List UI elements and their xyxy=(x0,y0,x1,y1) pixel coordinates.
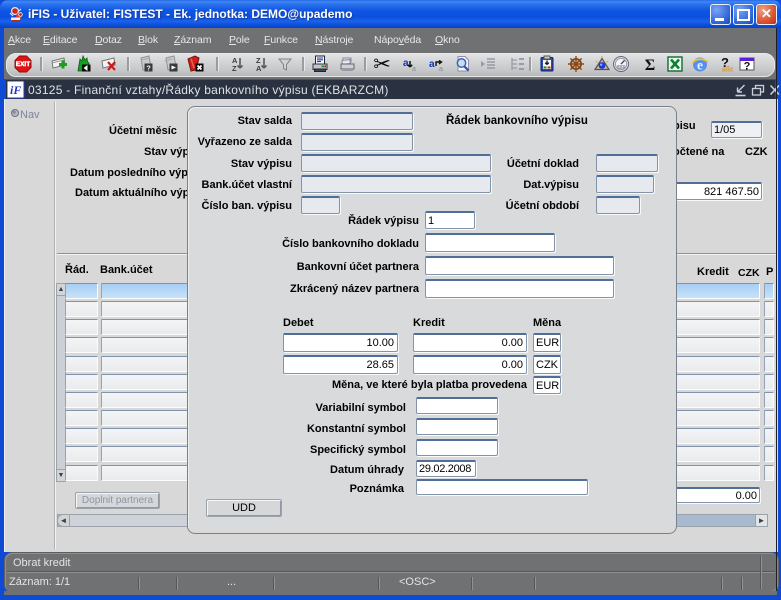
svg-text:Σ: Σ xyxy=(645,57,655,73)
svg-text:?: ? xyxy=(146,64,151,73)
svg-text:a: a xyxy=(412,66,416,73)
svg-text:1314: 1314 xyxy=(618,65,625,69)
svg-text:EXIT: EXIT xyxy=(16,61,30,68)
svg-text:Z: Z xyxy=(232,64,237,73)
svg-text:aßc: aßc xyxy=(722,67,733,74)
svg-text:A: A xyxy=(256,64,262,73)
svg-text:✂: ✂ xyxy=(373,55,391,73)
svg-text:?: ? xyxy=(744,61,751,73)
svg-text:a: a xyxy=(403,58,409,69)
svg-text:a: a xyxy=(439,66,443,73)
svg-text:iF: iF xyxy=(10,83,21,97)
svg-text:a: a xyxy=(429,59,435,70)
